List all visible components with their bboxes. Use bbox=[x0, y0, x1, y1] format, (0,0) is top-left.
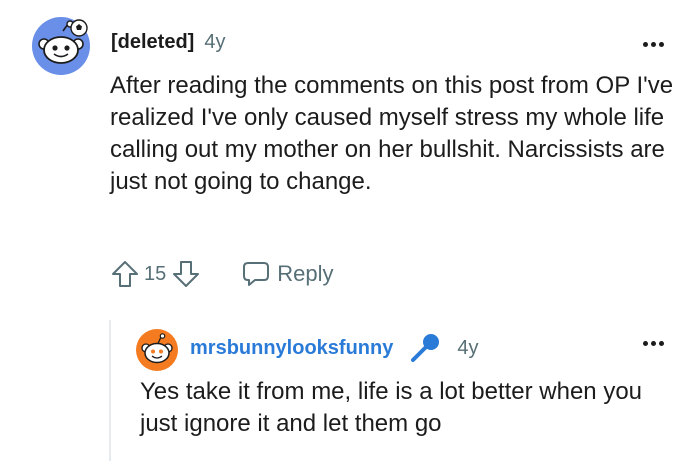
microphone-icon bbox=[411, 334, 440, 362]
snoo-avatar-icon bbox=[32, 17, 90, 75]
more-dot-icon bbox=[659, 42, 664, 47]
more-dot-icon bbox=[643, 341, 648, 346]
reply-more-options-button[interactable] bbox=[641, 337, 666, 350]
vote-score: 15 bbox=[144, 262, 167, 285]
reply-avatar[interactable] bbox=[136, 329, 178, 371]
comment-age: 4y bbox=[204, 31, 226, 53]
downvote-arrow-icon bbox=[173, 261, 200, 287]
upvote-arrow-icon bbox=[112, 261, 138, 287]
avatar[interactable] bbox=[32, 17, 90, 75]
more-dot-icon bbox=[651, 341, 656, 346]
reply-age: 4y bbox=[457, 336, 479, 359]
comment-header: [deleted] 4y bbox=[111, 31, 225, 59]
reply-button[interactable]: Reply bbox=[241, 260, 334, 288]
comment-actions: 15 Reply bbox=[108, 254, 334, 294]
comment-bubble-icon bbox=[243, 262, 270, 286]
snoo-avatar-icon bbox=[136, 329, 178, 371]
reply-label: Reply bbox=[277, 261, 334, 286]
comment-body: After reading the comments on this post … bbox=[110, 72, 674, 195]
downvote-button[interactable] bbox=[169, 257, 203, 291]
more-options-button[interactable] bbox=[641, 38, 666, 51]
more-dot-icon bbox=[659, 341, 664, 346]
comment-author: [deleted] bbox=[111, 31, 195, 53]
reply-body: Yes take it from me, life is a lot bette… bbox=[140, 378, 643, 437]
more-dot-icon bbox=[643, 42, 648, 47]
upvote-button[interactable] bbox=[108, 257, 142, 291]
thread-line[interactable] bbox=[109, 320, 111, 461]
more-dot-icon bbox=[651, 42, 656, 47]
reply-author[interactable]: mrsbunnylooksfunny bbox=[190, 337, 393, 360]
reply-header: mrsbunnylooksfunny 4y bbox=[190, 333, 478, 363]
